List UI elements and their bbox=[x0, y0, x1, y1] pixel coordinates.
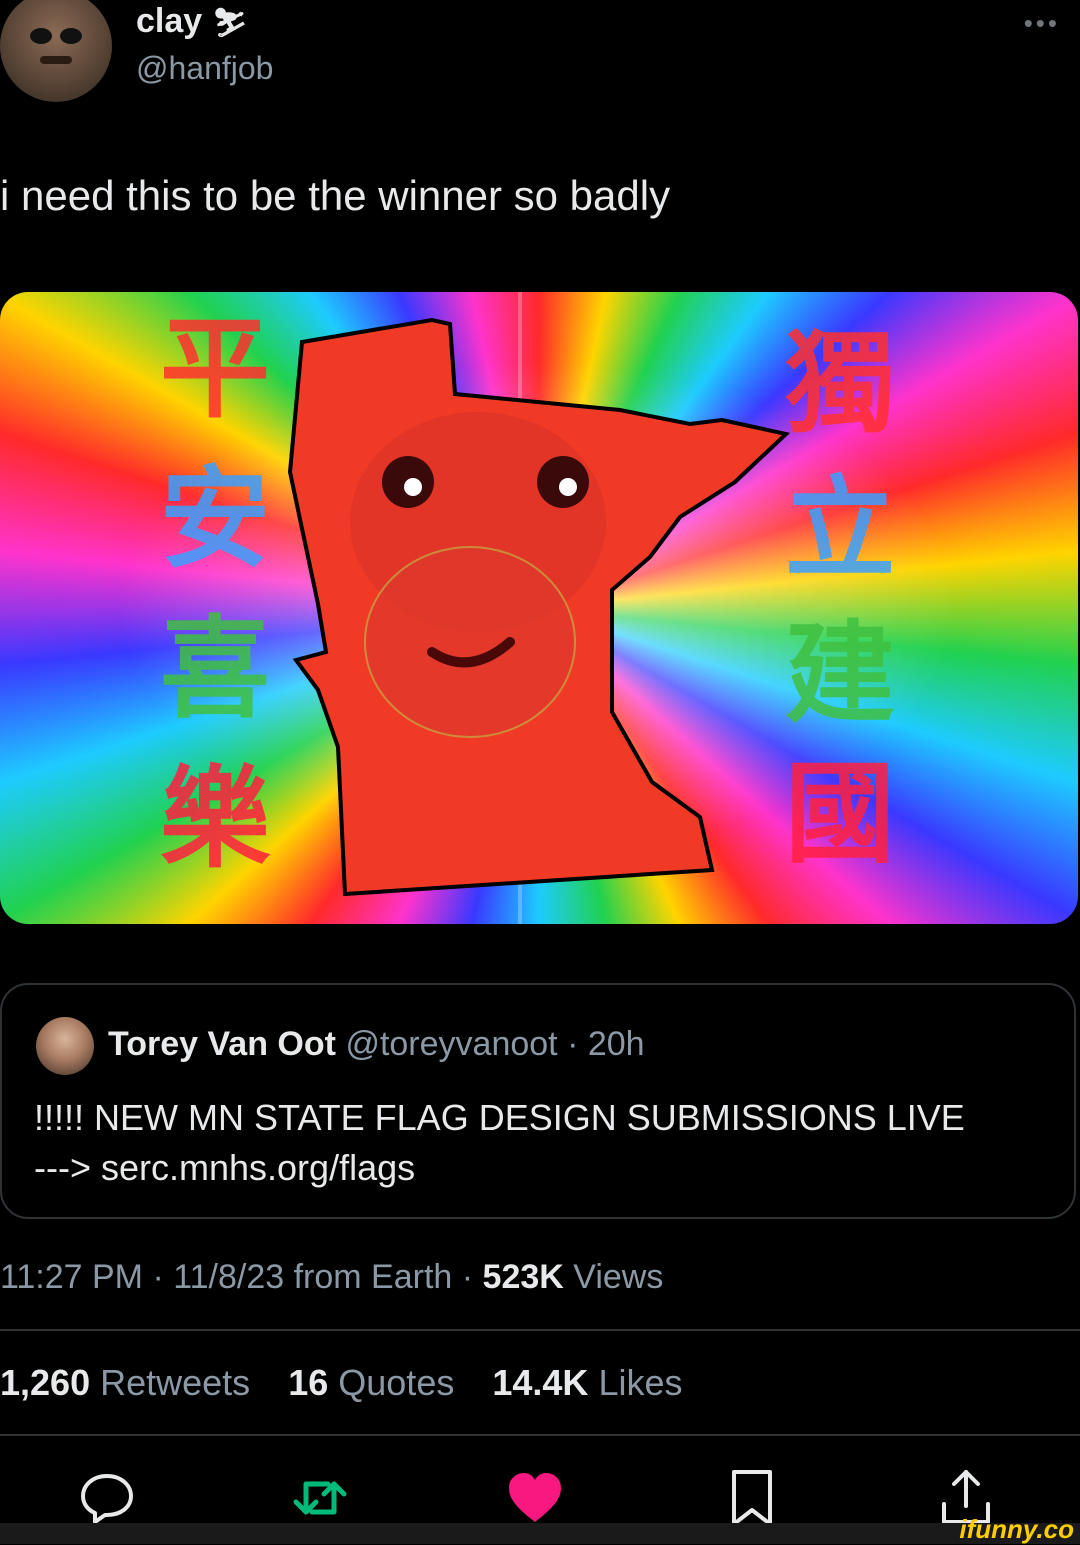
mustache bbox=[40, 56, 72, 64]
tweet-meta: 11:27 PM · 11/8/23 from Earth · 523K Vie… bbox=[0, 1258, 664, 1296]
left-char-1: 平 bbox=[160, 304, 270, 433]
quotes-count: 16 bbox=[288, 1362, 329, 1403]
author-name[interactable]: clay ⛷ bbox=[136, 2, 248, 41]
bookmark-icon[interactable] bbox=[722, 1468, 782, 1528]
likes-label: Likes bbox=[598, 1362, 683, 1403]
author-name-text: clay bbox=[136, 2, 203, 40]
divider-top bbox=[0, 1329, 1080, 1331]
retweets-stat[interactable]: 1,260 Retweets bbox=[0, 1362, 250, 1403]
views-label: Views bbox=[573, 1258, 664, 1296]
tweet-source: from Earth bbox=[293, 1258, 453, 1296]
reply-icon[interactable] bbox=[77, 1468, 137, 1528]
likes-stat[interactable]: 14.4K Likes bbox=[492, 1362, 682, 1403]
action-bar bbox=[0, 1468, 1080, 1528]
sunglasses-icon bbox=[30, 28, 82, 44]
views-count: 523K bbox=[482, 1258, 564, 1296]
divider-bottom bbox=[0, 1434, 1080, 1436]
quoted-time: 20h bbox=[587, 1025, 645, 1063]
right-char-1: 獨 bbox=[785, 319, 895, 448]
left-char-4: 樂 bbox=[160, 754, 271, 883]
right-char-2: 立 bbox=[785, 464, 895, 593]
more-options-icon[interactable]: ••• bbox=[1024, 8, 1060, 39]
watermark: ifunny.co bbox=[959, 1514, 1074, 1544]
quoted-separator: · bbox=[557, 1025, 588, 1063]
retweets-label: Retweets bbox=[100, 1362, 251, 1403]
retweet-icon[interactable] bbox=[290, 1468, 350, 1528]
tweet-stats: 1,260 Retweets 16 Quotes 14.4K Likes bbox=[0, 1362, 711, 1404]
tweet-date: 11/8/23 bbox=[173, 1258, 285, 1296]
quoted-handle: @toreyvanoot bbox=[345, 1025, 558, 1063]
tweet-time: 11:27 PM bbox=[0, 1258, 144, 1296]
author-handle[interactable]: @hanfjob bbox=[136, 50, 273, 87]
left-char-3: 喜 bbox=[160, 604, 270, 733]
quoted-header: Torey Van Oot @toreyvanoot · 20h bbox=[108, 1025, 645, 1064]
retweets-count: 1,260 bbox=[0, 1362, 91, 1403]
skier-emoji-icon: ⛷ bbox=[212, 7, 248, 38]
like-icon[interactable] bbox=[505, 1468, 565, 1528]
quoted-text-line-2: ---> serc.mnhs.org/flags bbox=[34, 1147, 416, 1188]
quoted-avatar bbox=[36, 1017, 94, 1075]
quotes-stat[interactable]: 16 Quotes bbox=[288, 1362, 454, 1403]
right-char-3: 建 bbox=[785, 609, 895, 738]
quoted-text: !!!!! NEW MN STATE FLAG DESIGN SUBMISSIO… bbox=[34, 1093, 1054, 1193]
tweet-text: i need this to be the winner so badly bbox=[0, 172, 671, 219]
quoted-text-line-1: !!!!! NEW MN STATE FLAG DESIGN SUBMISSIO… bbox=[34, 1097, 965, 1138]
left-char-2: 安 bbox=[160, 454, 270, 583]
bottom-bar bbox=[0, 1523, 1080, 1544]
quoted-tweet[interactable]: Torey Van Oot @toreyvanoot · 20h !!!!! N… bbox=[0, 983, 1076, 1219]
quoted-name: Torey Van Oot bbox=[108, 1025, 336, 1063]
tweet-image[interactable]: 平 安 喜 樂 獨 立 建 國 bbox=[0, 292, 1078, 924]
quotes-label: Quotes bbox=[338, 1362, 455, 1403]
author-avatar[interactable] bbox=[0, 0, 112, 102]
image-art: 平 安 喜 樂 獨 立 建 國 bbox=[160, 304, 895, 897]
likes-count: 14.4K bbox=[492, 1362, 589, 1403]
right-char-4: 國 bbox=[785, 749, 895, 878]
